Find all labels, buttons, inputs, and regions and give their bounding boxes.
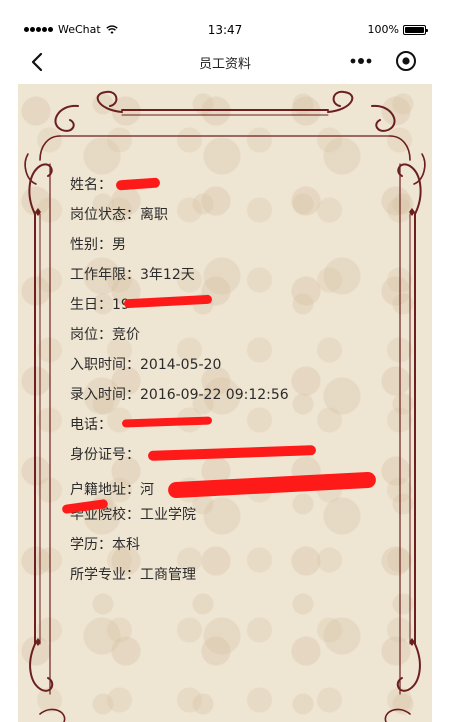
more-dots-icon[interactable] — [348, 49, 374, 73]
battery-percent: 100% — [367, 23, 399, 36]
info-value: 男 — [112, 237, 126, 253]
info-label: 录入时间： — [70, 387, 140, 403]
info-label: 岗位： — [70, 327, 112, 343]
info-label: 所学专业： — [70, 567, 140, 583]
info-label: 姓名： — [70, 177, 112, 193]
phone-screen: WeChat 13:47 100% 员工资料 姓名： 岗位状态： 离职 性别： … — [18, 20, 432, 722]
navigation-bar: 员工资料 — [18, 40, 432, 84]
battery-icon — [403, 24, 428, 35]
info-row-gender: 性别： 男 — [70, 235, 390, 265]
mini-program-capsule — [348, 49, 418, 73]
info-row-education: 学历： 本科 — [70, 535, 390, 565]
info-label: 电话： — [70, 417, 112, 433]
info-row-phone: 电话： — [70, 415, 390, 445]
info-label: 生日： — [70, 297, 112, 313]
info-row-birthday: 生日： 19 — [70, 295, 390, 325]
info-value: 本科 — [112, 537, 140, 553]
info-row-entry-time: 录入时间： 2016-09-22 09:12:56 — [70, 385, 390, 415]
info-label: 性别： — [70, 237, 112, 253]
info-value: 工商管理 — [140, 567, 196, 583]
info-value: 2014-05-20 — [140, 357, 222, 373]
info-row-hire-date: 入职时间： 2014-05-20 — [70, 355, 390, 385]
info-row-school: 毕业院校： 工业学院 — [70, 505, 390, 535]
info-value: 工业学院 — [140, 507, 196, 523]
info-value: 3年12天 — [140, 267, 195, 283]
target-close-icon[interactable] — [394, 49, 418, 73]
info-row-status: 岗位状态： 离职 — [70, 205, 390, 235]
info-row-name: 姓名： — [70, 175, 390, 205]
status-bar: WeChat 13:47 100% — [18, 20, 432, 40]
info-row-tenure: 工作年限： 3年12天 — [70, 265, 390, 295]
battery-status: 100% — [367, 23, 428, 36]
info-value: 2016-09-22 09:12:56 — [140, 387, 289, 403]
info-label: 入职时间： — [70, 357, 140, 373]
info-value: 离职 — [140, 207, 168, 223]
info-row-major: 所学专业： 工商管理 — [70, 565, 390, 595]
info-value: 竞价 — [112, 327, 140, 343]
profile-info-list: 姓名： 岗位状态： 离职 性别： 男 工作年限： 3年12天 生日： 19 岗位… — [70, 175, 390, 595]
info-label: 学历： — [70, 537, 112, 553]
info-row-position: 岗位： 竞价 — [70, 325, 390, 355]
info-label: 岗位状态： — [70, 207, 140, 223]
info-label: 工作年限： — [70, 267, 140, 283]
info-label: 身份证号： — [70, 447, 140, 463]
profile-card: 姓名： 岗位状态： 离职 性别： 男 工作年限： 3年12天 生日： 19 岗位… — [18, 84, 432, 722]
